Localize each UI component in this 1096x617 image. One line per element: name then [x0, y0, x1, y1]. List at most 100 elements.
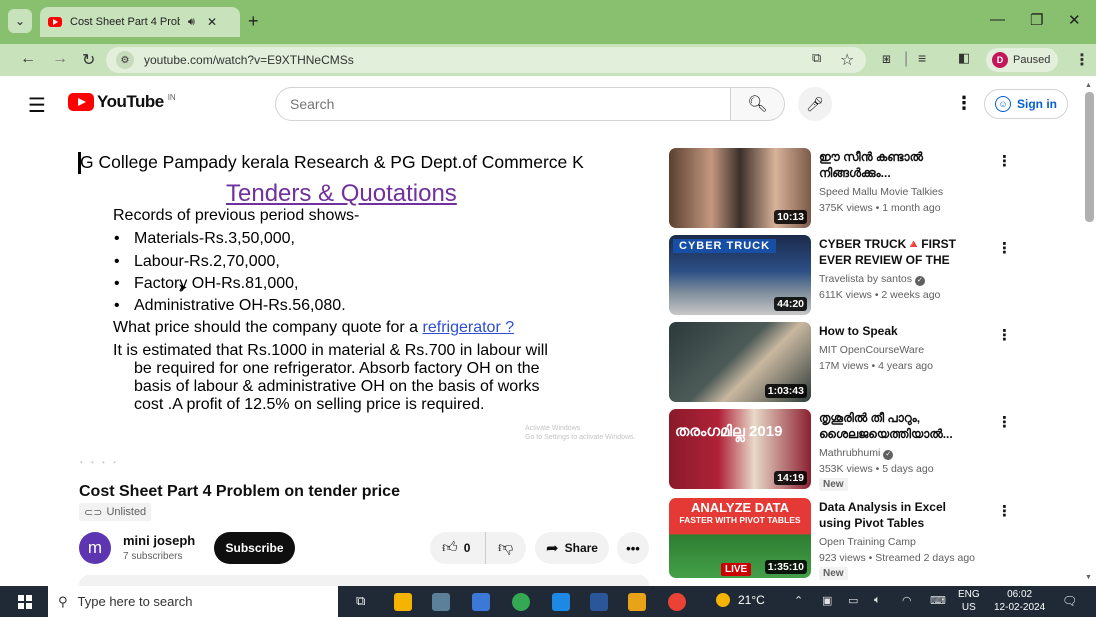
- recommendation-thumbnail[interactable]: 1:03:43: [669, 322, 811, 402]
- sign-in-button[interactable]: ☺ Sign in: [984, 89, 1068, 119]
- video-duration: 44:20: [774, 297, 807, 311]
- recommendation-meta: 353K views • 5 days ago: [819, 463, 934, 475]
- keyboard-icon[interactable]: ⌨: [930, 594, 946, 607]
- edge-icon[interactable]: [552, 593, 570, 611]
- thumbnail-text: തരംഗമില്ല 2019: [675, 423, 783, 440]
- site-settings-icon[interactable]: ⚙: [116, 51, 134, 69]
- back-arrow-icon[interactable]: ←: [20, 50, 36, 68]
- recommendation-title[interactable]: CYBER TRUCK🔺FIRST EVER REVIEW OF THE IND…: [819, 236, 979, 270]
- window-close-icon[interactable]: ✕: [1068, 11, 1081, 29]
- more-actions-icon[interactable]: •••: [617, 532, 649, 564]
- volume-icon[interactable]: 🔈︎: [874, 594, 881, 607]
- file-explorer-icon[interactable]: [394, 593, 412, 611]
- windows-start-icon[interactable]: [18, 595, 32, 609]
- tray-chevron-icon[interactable]: ⌃: [794, 594, 803, 607]
- extensions-puzzle-icon[interactable]: ⧆: [882, 50, 891, 67]
- share-button[interactable]: ➦ Share: [535, 532, 609, 564]
- recommendation-menu-icon[interactable]: ⋮: [997, 152, 1012, 170]
- dislike-button[interactable]: 👎︎: [486, 539, 513, 557]
- bookmark-star-icon[interactable]: ☆: [840, 50, 854, 70]
- recommendation-channel[interactable]: Mathrubhumi ✓: [819, 447, 894, 460]
- page-scrollbar[interactable]: ▲ ▼: [1082, 80, 1096, 586]
- reload-icon[interactable]: ↻: [82, 50, 95, 70]
- scroll-down-icon[interactable]: ▼: [1085, 574, 1092, 581]
- recommendation-item[interactable]: 10:13 ഈ സീൻ കണ്ടാൽ നിങ്ങൾക്കും... Speed …: [669, 148, 1029, 230]
- recommendation-channel[interactable]: Speed Mallu Movie Talkies: [819, 186, 943, 198]
- install-app-icon[interactable]: ⧉: [812, 50, 821, 66]
- recommendation-menu-icon[interactable]: ⋮: [997, 413, 1012, 431]
- hamburger-menu-icon[interactable]: ☰: [28, 93, 46, 118]
- search-input[interactable]: Search: [275, 87, 731, 121]
- recommendation-title[interactable]: Data Analysis in Excel using Pivot Table…: [819, 499, 979, 531]
- slide-bullet: Labour-Rs.2,70,000,: [114, 253, 280, 271]
- youtube-logo[interactable]: YouTube IN: [68, 92, 176, 112]
- recommendation-menu-icon[interactable]: ⋮: [997, 326, 1012, 344]
- recommendation-menu-icon[interactable]: ⋮: [997, 239, 1012, 257]
- youtube-favicon-icon: [48, 17, 62, 27]
- restore-icon[interactable]: ❐: [1030, 11, 1043, 29]
- calculator-icon[interactable]: [432, 593, 450, 611]
- address-bar[interactable]: ⚙ youtube.com/watch?v=E9XTHNeCMSs: [106, 47, 866, 73]
- video-title: Cost Sheet Part 4 Problem on tender pric…: [79, 483, 400, 500]
- profile-paused-button[interactable]: D Paused: [986, 48, 1058, 72]
- video-duration: 10:13: [774, 210, 807, 224]
- slide-question: What price should the company quote for …: [113, 319, 514, 337]
- store-icon[interactable]: [472, 593, 490, 611]
- thumbs-down-icon: 👎︎: [498, 539, 514, 556]
- recommendation-item[interactable]: 1:03:43 How to Speak MIT OpenCourseWare …: [669, 322, 1029, 404]
- tab-search-chevron-icon[interactable]: ⌄: [8, 9, 32, 33]
- recommendation-item[interactable]: CYBER TRUCK 44:20 CYBER TRUCK🔺FIRST EVER…: [669, 235, 1029, 317]
- region-code: US: [961, 602, 976, 613]
- system-clock[interactable]: 06:02 12-02-2024: [994, 588, 1045, 614]
- subscribe-button[interactable]: Subscribe: [214, 532, 295, 564]
- profile-status: Paused: [1013, 54, 1051, 66]
- minimize-icon[interactable]: —: [990, 11, 1005, 28]
- chrome-active-icon[interactable]: [668, 593, 686, 611]
- settings-kebab-icon[interactable]: ⋮: [955, 93, 973, 114]
- video-player[interactable]: G College Pampady kerala Research & PG D…: [78, 148, 650, 470]
- folder-icon[interactable]: [628, 593, 646, 611]
- recommendation-thumbnail[interactable]: ANALYZE DATA FASTER WITH PIVOT TABLES LI…: [669, 498, 811, 578]
- taskbar-search-input[interactable]: ⚲ Type here to search: [48, 586, 338, 617]
- recommendation-channel[interactable]: Travelista by santos ✓: [819, 273, 925, 286]
- scroll-up-icon[interactable]: ▲: [1085, 82, 1092, 89]
- chrome-icon[interactable]: [512, 593, 530, 611]
- language-indicator[interactable]: ENG US: [958, 588, 980, 614]
- reading-list-icon[interactable]: ≡: [918, 50, 926, 66]
- channel-avatar[interactable]: m: [79, 532, 111, 564]
- video-duration: 1:35:10: [764, 560, 807, 574]
- tray-app-icon[interactable]: ▣: [822, 594, 832, 607]
- recommendation-menu-icon[interactable]: ⋮: [997, 502, 1012, 520]
- recommendation-title[interactable]: How to Speak: [819, 323, 979, 339]
- recommendation-thumbnail[interactable]: CYBER TRUCK 44:20: [669, 235, 811, 315]
- forward-arrow-icon[interactable]: →: [52, 50, 68, 68]
- language-code: ENG: [958, 589, 980, 600]
- side-panel-icon[interactable]: ◧: [958, 50, 970, 66]
- recommendation-item[interactable]: ANALYZE DATA FASTER WITH PIVOT TABLES LI…: [669, 498, 1029, 580]
- word-icon[interactable]: [590, 593, 608, 611]
- like-button[interactable]: 👍︎ 0: [430, 532, 486, 564]
- recommendation-title[interactable]: തൃശൂരിൽ തീ പാറും, ശൈലജയെത്തിയാൽ...: [819, 410, 979, 442]
- weather-widget[interactable]: 21°C: [716, 593, 765, 607]
- recommendation-channel[interactable]: Open Training Camp: [819, 536, 916, 548]
- browser-menu-icon[interactable]: ⋮: [1074, 50, 1090, 70]
- channel-name[interactable]: mini joseph: [123, 533, 195, 548]
- network-icon[interactable]: ◠: [902, 594, 912, 607]
- scrollbar-thumb[interactable]: [1085, 92, 1094, 222]
- slide-bullet: Materials-Rs.3,50,000,: [114, 230, 295, 248]
- recommendation-title[interactable]: ഈ സീൻ കണ്ടാൽ നിങ്ങൾക്കും...: [819, 149, 979, 181]
- recommendation-item[interactable]: തരംഗമില്ല 2019 14:19 തൃശൂരിൽ തീ പാറും, ശ…: [669, 409, 1029, 491]
- new-tab-plus-icon[interactable]: +: [248, 11, 259, 32]
- recommendation-meta: 375K views • 1 month ago: [819, 202, 941, 214]
- speaker-icon[interactable]: 🔊︎: [188, 16, 195, 29]
- search-button[interactable]: 🔍︎: [731, 87, 785, 121]
- voice-search-mic-icon[interactable]: 🎤︎: [798, 87, 832, 121]
- task-view-icon[interactable]: ⧉: [356, 593, 374, 611]
- recommendation-thumbnail[interactable]: 10:13: [669, 148, 811, 228]
- tab-close-icon[interactable]: ✕: [207, 15, 217, 29]
- battery-icon[interactable]: ▭: [848, 594, 858, 607]
- notification-icon[interactable]: 🗨︎: [1062, 594, 1077, 608]
- browser-tab-active[interactable]: Cost Sheet Part 4 Problem o 🔊︎ ✕: [40, 7, 240, 37]
- recommendation-channel[interactable]: MIT OpenCourseWare: [819, 344, 924, 356]
- recommendation-thumbnail[interactable]: തരംഗമില്ല 2019 14:19: [669, 409, 811, 489]
